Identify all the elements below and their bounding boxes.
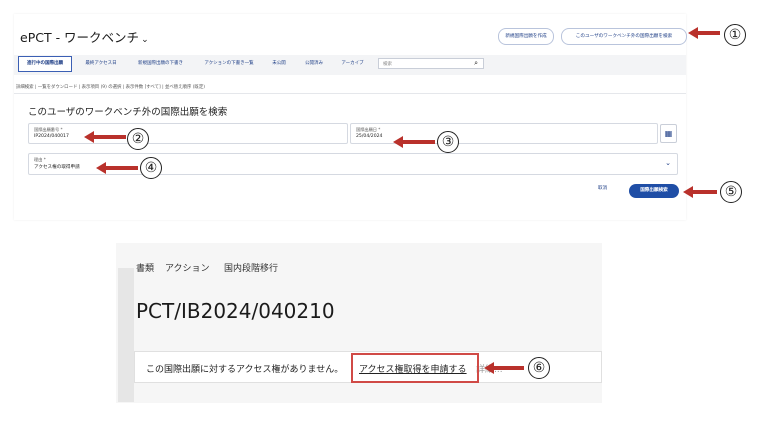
pct-application-number: PCT/IB2024/040210 (136, 299, 335, 323)
reason-value: アクセス権の取得申請 (34, 164, 80, 170)
app-title-text: ePCT - ワークベンチ (20, 30, 139, 45)
annotation-arrow-6 (484, 364, 524, 372)
chevron-down-icon: ⌄ (665, 159, 671, 167)
search-icon[interactable]: ⌕ (474, 58, 478, 69)
reason-label: 理由 * (34, 157, 46, 163)
search-form-title: このユーザのワークベンチ外の国際出願を検索 (28, 104, 227, 118)
tab-new-drafts[interactable]: 新規国際出願の下書き (129, 56, 192, 72)
annotation-arrow-3 (393, 138, 435, 146)
search-input[interactable]: 検索 ⌕ (378, 58, 484, 69)
list-toolbar[interactable]: 詳細検索 | 一覧をダウンロード | 表示項目 (9) の選択 | 表示件数 [… (16, 84, 205, 90)
callout-4: ④ (140, 157, 162, 179)
tab-archive[interactable]: アーカイブ (335, 56, 370, 72)
highlight-box (351, 353, 479, 383)
nav-documents[interactable]: 書類 (136, 261, 154, 274)
callout-5: ⑤ (720, 181, 742, 203)
callout-1: ① (724, 24, 746, 46)
search-outside-workbench-button[interactable]: このユーザのワークベンチ外の国際出願を検索 (561, 28, 687, 45)
watermark-shape (118, 268, 134, 402)
callout-2: ② (127, 128, 149, 150)
nav-actions[interactable]: アクション (165, 261, 210, 274)
tab-unpublished[interactable]: 未公開 (266, 56, 292, 72)
callout-3: ③ (437, 131, 459, 153)
search-application-button[interactable]: 国際出願検索 (629, 184, 679, 198)
divider (14, 93, 686, 94)
annotation-arrow-5 (683, 188, 717, 196)
app-title[interactable]: ePCT - ワークベンチ⌄ (20, 27, 149, 46)
application-number-label: 国際出願番号 * (34, 127, 63, 133)
chevron-down-icon: ⌄ (141, 35, 149, 45)
tab-action-drafts[interactable]: アクションの下書き一覧 (197, 56, 261, 72)
cancel-button[interactable]: 取消 (598, 185, 607, 191)
nav-national-phase[interactable]: 国内段階移行 (224, 261, 278, 274)
annotation-arrow-4 (96, 164, 138, 172)
filing-date-label: 国際出願日 * (356, 127, 380, 133)
tab-last-accessed[interactable]: 最終アクセス日 (78, 56, 124, 72)
application-number-value: IP2024/040017 (34, 134, 69, 139)
calendar-icon[interactable]: ▦ (660, 124, 677, 143)
tab-in-progress[interactable]: 進行中の国際出願 (18, 56, 72, 72)
access-notice-text: この国際出願に対するアクセス権がありません。 (146, 362, 343, 375)
new-application-button[interactable]: 新規国際出願を作成 (498, 28, 554, 45)
annotation-arrow-1 (688, 29, 720, 37)
annotation-arrow-2 (84, 133, 126, 141)
filing-date-value: 25/04/2024 (356, 134, 382, 139)
callout-6: ⑥ (528, 357, 550, 379)
search-placeholder: 検索 (383, 62, 392, 67)
application-number-field[interactable]: 国際出願番号 * IP2024/040017 (28, 123, 348, 144)
tab-published[interactable]: 公開済み (297, 56, 331, 72)
